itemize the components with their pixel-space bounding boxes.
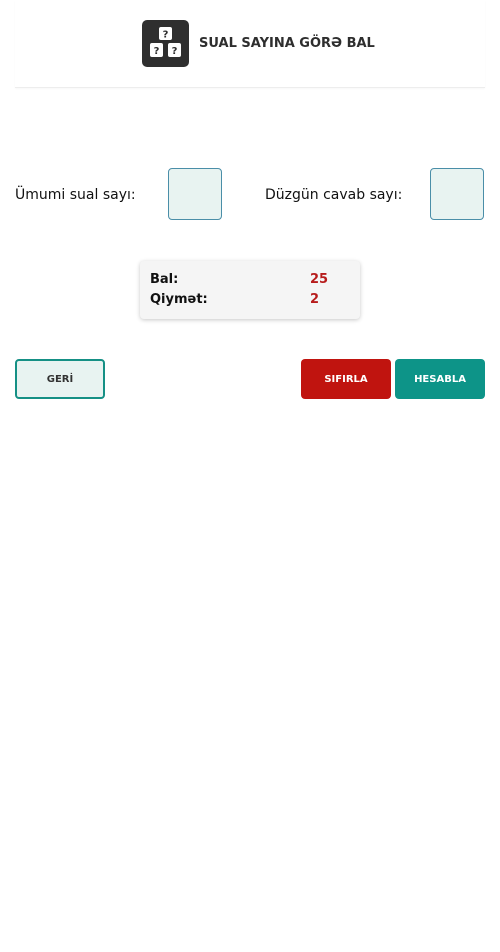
score-value: 25 xyxy=(310,272,329,287)
page-title: SUAL SAYINA GÖRƏ BAL xyxy=(199,36,375,51)
grade-value: 2 xyxy=(310,292,320,307)
header: ? ? ? SUAL SAYINA GÖRƏ BAL xyxy=(15,0,485,88)
page: ? ? ? SUAL SAYINA GÖRƏ BAL Ümumi sual sa… xyxy=(0,0,500,952)
score-label: Bal: xyxy=(150,272,179,287)
logo: ? ? ? xyxy=(142,20,189,67)
correct-answers-label: Düzgün cavab sayı: xyxy=(265,187,403,203)
question-blocks-icon: ? ? ? xyxy=(150,27,181,57)
svg-text:?: ? xyxy=(172,46,178,57)
svg-text:?: ? xyxy=(163,30,169,41)
grade-label: Qiymət: xyxy=(150,292,208,307)
svg-text:?: ? xyxy=(154,46,160,57)
correct-answers-input[interactable] xyxy=(430,168,484,220)
reset-button[interactable]: SIFIRLA xyxy=(301,359,391,399)
calculate-button[interactable]: HESABLA xyxy=(395,359,485,399)
total-questions-label: Ümumi sual sayı: xyxy=(15,187,136,203)
total-questions-input[interactable] xyxy=(168,168,222,220)
result-panel: Bal: 25 Qiymət: 2 xyxy=(140,261,360,319)
back-button[interactable]: GERİ xyxy=(15,359,105,399)
